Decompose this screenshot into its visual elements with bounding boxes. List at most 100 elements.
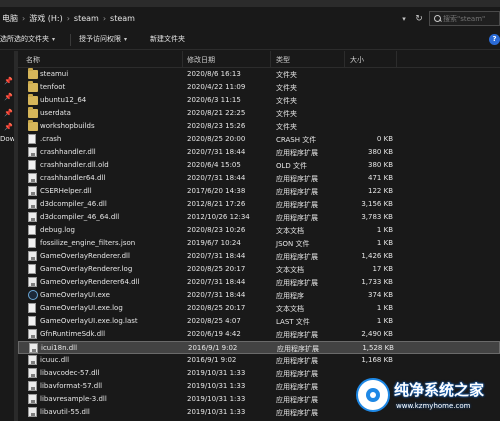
watermark-title: 纯净系统之家 bbox=[394, 381, 485, 399]
file-name: crashhandler.dll.old bbox=[40, 161, 109, 169]
file-row[interactable]: GameOverlayRenderer.log 2020/8/25 20:17 文本… bbox=[18, 263, 500, 276]
pin-icon[interactable]: 📌 bbox=[4, 77, 13, 85]
file-type: 应用程序扩展 bbox=[276, 370, 318, 378]
file-row[interactable]: GfnRuntimeSdk.dll 2020/6/19 4:42 应用程序扩展 2,4… bbox=[18, 328, 500, 341]
file-modified-date: 2016/9/1 9:02 bbox=[188, 344, 238, 352]
file-size: 3,156 KB bbox=[361, 200, 393, 208]
column-divider[interactable] bbox=[396, 51, 397, 68]
file-modified-date: 2019/10/31 1:33 bbox=[187, 395, 246, 403]
file-type: LAST 文件 bbox=[276, 318, 310, 326]
file-modified-date: 2020/8/23 15:26 bbox=[187, 122, 246, 130]
file-modified-date: 2020/8/21 22:25 bbox=[187, 109, 246, 117]
file-name: GameOverlayUI.exe bbox=[40, 291, 110, 299]
column-divider[interactable] bbox=[182, 51, 183, 68]
file-size: 1 KB bbox=[376, 239, 393, 247]
file-row[interactable]: GameOverlayUI.exe.log 2020/8/25 20:17 文本文档… bbox=[18, 302, 500, 315]
share-access-label: 授予访问权限 bbox=[79, 35, 121, 43]
watermark-url: www.kzmyhome.com bbox=[396, 402, 471, 410]
pin-icon[interactable]: 📌 bbox=[4, 123, 13, 131]
file-name: GfnRuntimeSdk.dll bbox=[40, 330, 106, 338]
help-icon[interactable]: ? bbox=[489, 34, 500, 45]
file-row[interactable]: userdata 2020/8/21 22:25 文件夹 bbox=[18, 107, 500, 120]
dll-icon bbox=[28, 355, 37, 365]
file-name: libavformat-57.dll bbox=[40, 382, 103, 390]
file-row[interactable]: crashhandler64.dll 2020/7/31 18:44 应用程序扩展 4… bbox=[18, 172, 500, 185]
file-row[interactable]: ubuntu12_64 2020/6/3 11:15 文件夹 bbox=[18, 94, 500, 107]
file-row[interactable]: GameOverlayRenderer64.dll 2020/7/31 18:44… bbox=[18, 276, 500, 289]
file-modified-date: 2017/6/20 14:38 bbox=[187, 187, 246, 195]
file-type: 文本文档 bbox=[276, 227, 304, 235]
file-name: fossilize_engine_filters.json bbox=[40, 239, 136, 247]
file-row[interactable]: workshopbuilds 2020/8/23 15:26 文件夹 bbox=[18, 120, 500, 133]
toolbar-divider bbox=[70, 34, 71, 46]
file-type: 应用程序扩展 bbox=[276, 149, 318, 157]
file-row[interactable]: CSERHelper.dll 2017/6/20 14:38 应用程序扩展 122 K… bbox=[18, 185, 500, 198]
file-modified-date: 2019/10/31 1:33 bbox=[187, 408, 246, 416]
column-header-type[interactable]: 类型 bbox=[276, 55, 290, 65]
file-row[interactable]: icuuc.dll 2016/9/1 9:02 应用程序扩展 1,168 KB bbox=[18, 354, 500, 367]
file-size: 374 KB bbox=[368, 291, 393, 299]
file-row[interactable]: crashhandler.dll.old 2020/6/4 15:05 OLD 文件… bbox=[18, 159, 500, 172]
breadcrumb-separator-icon[interactable]: › bbox=[65, 14, 72, 23]
pin-icon[interactable]: 📌 bbox=[4, 93, 13, 101]
column-header-name[interactable]: 名称 bbox=[26, 55, 40, 65]
search-box[interactable] bbox=[429, 11, 500, 26]
column-header-date[interactable]: 修改日期 bbox=[187, 55, 215, 65]
file-name: icuuc.dll bbox=[40, 356, 70, 364]
dll-icon bbox=[28, 199, 37, 209]
file-modified-date: 2019/10/31 1:33 bbox=[187, 382, 246, 390]
file-name: CSERHelper.dll bbox=[40, 187, 92, 195]
file-type: 应用程序扩展 bbox=[276, 409, 318, 417]
file-name: userdata bbox=[40, 109, 71, 117]
file-row[interactable]: GameOverlayUI.exe.log.last 2020/8/25 4:07… bbox=[18, 315, 500, 328]
breadcrumb-separator-icon[interactable]: › bbox=[20, 14, 27, 23]
dll-icon bbox=[28, 186, 37, 196]
breadcrumb[interactable]: 电脑 › 游戏 (H:) › steam › steam bbox=[0, 11, 137, 26]
file-modified-date: 2020/8/6 16:13 bbox=[187, 70, 241, 78]
file-size: 17 KB bbox=[372, 265, 393, 273]
file-row[interactable]: .crash 2020/8/25 20:00 CRASH 文件 0 KB bbox=[18, 133, 500, 146]
file-type: 应用程序扩展 bbox=[276, 279, 318, 287]
navigation-pane[interactable]: 📌 📌 📌 📌 Dow bbox=[0, 51, 18, 421]
breadcrumb-item[interactable]: steam bbox=[108, 14, 137, 23]
dll-icon bbox=[28, 368, 37, 378]
column-divider[interactable] bbox=[344, 51, 345, 68]
file-name: ubuntu12_64 bbox=[40, 96, 87, 104]
search-input[interactable] bbox=[443, 14, 499, 23]
breadcrumb-item[interactable]: 电脑 bbox=[0, 13, 20, 24]
breadcrumb-item[interactable]: 游戏 (H:) bbox=[27, 13, 65, 24]
file-row[interactable]: debug.log 2020/8/23 10:26 文本文档 1 KB bbox=[18, 224, 500, 237]
file-size: 1,168 KB bbox=[361, 356, 393, 364]
column-divider[interactable] bbox=[270, 51, 271, 68]
file-type: 文本文档 bbox=[276, 305, 304, 313]
file-row[interactable]: fossilize_engine_filters.json 2019/6/7 10… bbox=[18, 237, 500, 250]
select-folder-button[interactable]: 选所选的文件夹 ▾ bbox=[0, 34, 55, 44]
refresh-icon[interactable]: ↻ bbox=[414, 14, 424, 24]
share-access-button[interactable]: 授予访问权限 ▾ bbox=[79, 34, 127, 44]
file-name: crashhandler.dll bbox=[40, 148, 96, 156]
breadcrumb-item[interactable]: steam bbox=[72, 14, 101, 23]
file-name: GameOverlayUI.exe.log bbox=[40, 304, 123, 312]
file-icon bbox=[28, 303, 36, 313]
file-row[interactable]: tenfoot 2020/4/22 11:09 文件夹 bbox=[18, 81, 500, 94]
file-modified-date: 2020/6/4 15:05 bbox=[187, 161, 241, 169]
file-type: 文件夹 bbox=[276, 84, 297, 92]
file-row[interactable]: crashhandler.dll 2020/7/31 18:44 应用程序扩展 380… bbox=[18, 146, 500, 159]
breadcrumb-separator-icon[interactable]: › bbox=[101, 14, 108, 23]
file-row[interactable]: GameOverlayRenderer.dll 2020/7/31 18:44 应用… bbox=[18, 250, 500, 263]
pin-icon[interactable]: 📌 bbox=[4, 109, 13, 117]
file-row[interactable]: d3dcompiler_46.dll 2012/8/21 17:26 应用程序扩展 3… bbox=[18, 198, 500, 211]
file-row[interactable]: GameOverlayUI.exe 2020/7/31 18:44 应用程序 374 … bbox=[18, 289, 500, 302]
folder-icon bbox=[28, 120, 38, 131]
dll-icon bbox=[28, 251, 37, 261]
address-history-chevron-icon[interactable]: ▾ bbox=[399, 15, 409, 25]
file-row[interactable]: icui18n.dll 2016/9/1 9:02 应用程序扩展 1,528 KB bbox=[18, 341, 500, 354]
file-name: GameOverlayUI.exe.log.last bbox=[40, 317, 138, 325]
column-header-size[interactable]: 大小 bbox=[350, 55, 364, 65]
file-row[interactable]: d3dcompiler_46_64.dll 2012/10/26 12:34 应用程… bbox=[18, 211, 500, 224]
new-folder-button[interactable]: 新建文件夹 bbox=[150, 34, 185, 44]
address-bar[interactable]: 电脑 › 游戏 (H:) › steam › steam ▾ ↻ bbox=[0, 7, 500, 30]
file-row[interactable]: steamui 2020/8/6 16:13 文件夹 bbox=[18, 68, 500, 81]
file-list[interactable]: 名称 修改日期 类型 大小 steamui 2020/8/6 16:13 文件夹 te… bbox=[18, 51, 500, 421]
file-type: OLD 文件 bbox=[276, 162, 308, 170]
